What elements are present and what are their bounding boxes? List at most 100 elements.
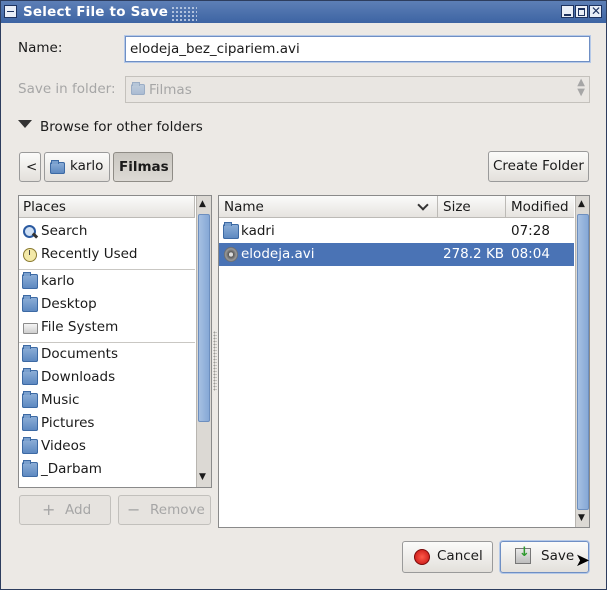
places-item-downloads[interactable]: Downloads — [19, 366, 195, 389]
places-item-documents[interactable]: Documents — [19, 343, 195, 366]
places-item-label: Videos — [41, 438, 86, 454]
expander-arrow-icon — [18, 120, 32, 128]
folder-icon — [131, 82, 145, 95]
combo-arrows-icon: ▲ ▼ — [577, 77, 585, 98]
scroll-up-icon: ▲ — [578, 199, 585, 209]
filename-value: elodeja_bez_cipariem.avi — [130, 41, 300, 57]
folder-icon — [223, 222, 239, 239]
recent-icon — [22, 247, 38, 262]
places-item-label: Documents — [41, 346, 118, 362]
add-icon: + — [42, 500, 56, 519]
column-modified-label: Modified — [511, 199, 569, 215]
add-bookmark-button[interactable]: + Add — [19, 495, 111, 525]
documents-folder-icon — [22, 345, 38, 362]
places-item-label: Search — [41, 223, 88, 239]
drive-icon — [22, 320, 38, 335]
column-size-label: Size — [443, 199, 471, 215]
remove-icon: − — [127, 500, 141, 519]
cancel-button[interactable]: Cancel — [402, 541, 493, 573]
places-item-label: Desktop — [41, 296, 97, 312]
add-label: Add — [65, 502, 92, 518]
scroll-up-icon: ▲ — [199, 199, 206, 209]
places-panel: Places Search Recently Used karlo Deskto… — [18, 195, 212, 488]
maximize-button[interactable] — [575, 5, 588, 18]
column-header-modified[interactable]: Modified — [506, 196, 574, 218]
sort-chevron-down-icon — [417, 199, 429, 211]
remove-label: Remove — [150, 502, 205, 518]
places-item-label: Pictures — [41, 415, 95, 431]
column-header-name[interactable]: Name — [219, 196, 438, 218]
minimize-button[interactable] — [561, 5, 574, 18]
places-scroll-thumb[interactable] — [198, 214, 210, 422]
places-item-label: Music — [41, 392, 80, 408]
save-label: Save — [541, 548, 575, 564]
file-size: 278.2 KB — [443, 246, 505, 262]
music-folder-icon — [22, 391, 38, 408]
column-name-label: Name — [224, 199, 264, 215]
search-icon — [22, 224, 39, 239]
name-label: Name: — [18, 40, 63, 56]
window-menu-icon[interactable] — [4, 5, 17, 18]
places-item-music[interactable]: Music — [19, 389, 195, 412]
path-crumb-current[interactable]: Filmas — [113, 152, 173, 182]
places-list: Search Recently Used karlo Desktop File … — [19, 218, 195, 487]
back-arrow-icon: < — [26, 159, 38, 175]
scroll-down-icon: ▼ — [578, 513, 585, 523]
places-item-label: karlo — [41, 273, 75, 289]
mouse-pointer-icon: ➤ — [575, 550, 591, 571]
files-scrollbar[interactable]: ▲ ▼ — [575, 196, 589, 527]
save-arrow-icon: ↓ — [519, 545, 530, 560]
crumb-label: karlo — [70, 158, 104, 174]
files-scroll-thumb[interactable] — [577, 214, 589, 510]
file-row[interactable]: kadri 07:28 — [219, 220, 574, 243]
folder-icon — [22, 460, 38, 477]
file-modified: 08:04 — [511, 246, 550, 262]
file-row-selected[interactable]: elodeja.avi 278.2 KB 08:04 — [219, 243, 574, 266]
create-folder-button[interactable]: Create Folder — [488, 151, 589, 182]
places-scrollbar[interactable]: ▲ ▼ — [196, 196, 211, 487]
file-name: kadri — [241, 223, 275, 239]
places-item-label: File System — [41, 319, 119, 335]
remove-bookmark-button[interactable]: − Remove — [118, 495, 211, 525]
places-item-label: Downloads — [41, 369, 116, 385]
places-item-darbam[interactable]: _Darbam — [19, 458, 195, 481]
column-header-size[interactable]: Size — [438, 196, 506, 218]
places-item-search[interactable]: Search — [19, 220, 195, 243]
path-back-button[interactable]: < — [19, 152, 41, 182]
minimize-icon — [564, 14, 571, 16]
save-in-folder-value: Filmas — [149, 82, 192, 98]
files-panel: Name Size Modified kadri 07:28 elodeja.a… — [218, 195, 590, 528]
desktop-folder-icon — [22, 295, 38, 312]
stop-icon — [414, 549, 430, 565]
pane-splitter[interactable] — [213, 331, 217, 391]
save-in-folder-label: Save in folder: — [18, 81, 116, 97]
scroll-down-icon: ▼ — [199, 472, 206, 482]
places-item-file-system[interactable]: File System — [19, 316, 195, 339]
title-grip — [171, 6, 197, 21]
places-item-pictures[interactable]: Pictures — [19, 412, 195, 435]
path-crumb-home[interactable]: karlo — [44, 152, 110, 182]
filename-input[interactable]: elodeja_bez_cipariem.avi — [125, 36, 590, 62]
create-folder-label: Create Folder — [493, 158, 584, 174]
places-item-label: Recently Used — [41, 246, 138, 262]
pictures-folder-icon — [22, 414, 38, 431]
save-in-folder-combo[interactable]: Filmas ▲ ▼ — [125, 76, 590, 103]
browse-expander[interactable]: Browse for other folders — [18, 118, 208, 140]
places-item-videos[interactable]: Videos — [19, 435, 195, 458]
places-header-label: Places — [23, 199, 66, 215]
maximize-icon — [578, 8, 585, 16]
places-item-label: _Darbam — [41, 461, 102, 477]
downloads-folder-icon — [22, 368, 38, 385]
places-item-recently-used[interactable]: Recently Used — [19, 243, 195, 266]
places-item-desktop[interactable]: Desktop — [19, 293, 195, 316]
close-icon: ✕ — [591, 4, 602, 18]
crumb-label-current: Filmas — [119, 159, 169, 175]
places-header[interactable]: Places — [19, 196, 195, 218]
file-name: elodeja.avi — [241, 246, 315, 262]
home-folder-icon — [50, 160, 65, 174]
places-item-karlo[interactable]: karlo — [19, 270, 195, 293]
title-bar[interactable]: Select File to Save ✕ — [1, 1, 606, 23]
close-button[interactable]: ✕ — [589, 4, 602, 18]
browse-label: Browse for other folders — [40, 119, 203, 135]
save-dialog: Select File to Save ✕ Name: elodeja_bez_… — [0, 0, 607, 590]
